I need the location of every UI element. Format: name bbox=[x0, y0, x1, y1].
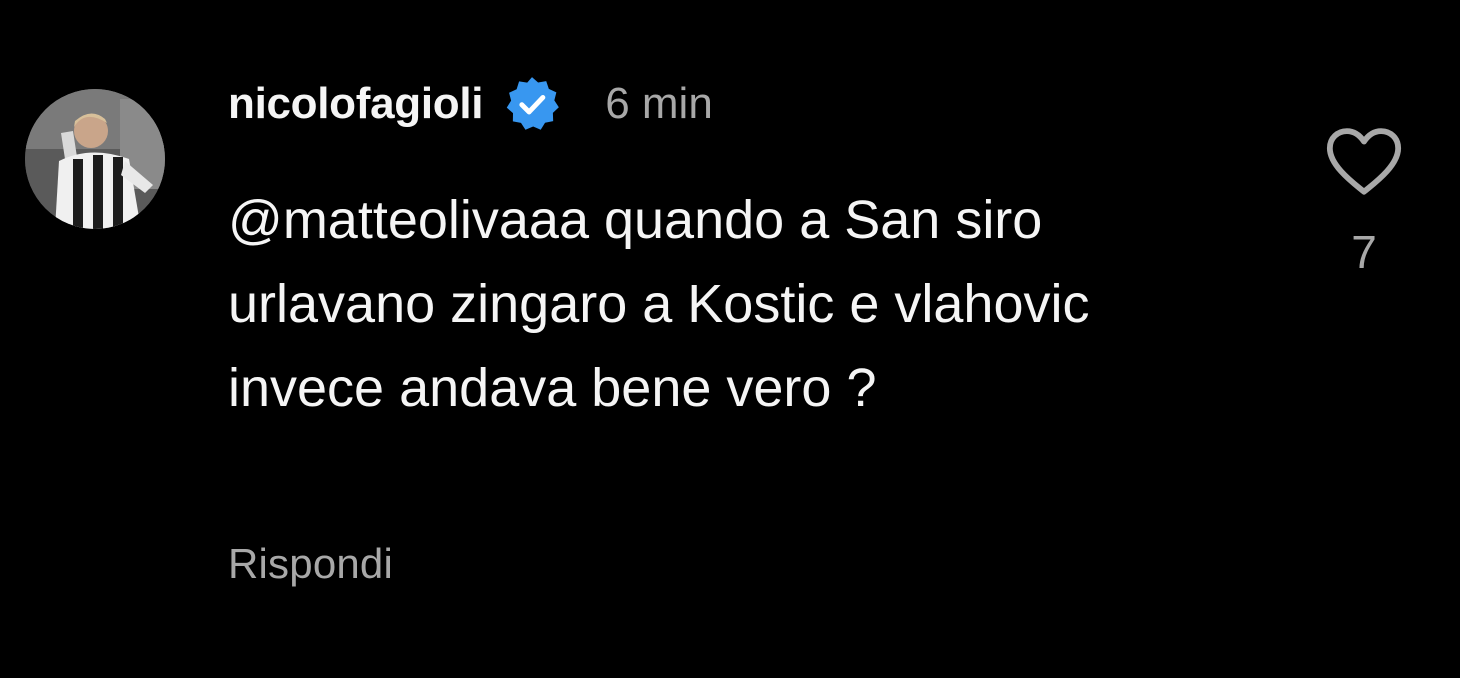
username-link[interactable]: nicolofagioli bbox=[228, 79, 484, 129]
like-control: 7 bbox=[1320, 125, 1408, 279]
verified-badge-icon bbox=[503, 75, 561, 133]
comment-header: nicolofagioli 6 min bbox=[228, 72, 713, 136]
avatar[interactable] bbox=[25, 89, 165, 229]
comment-text: @matteolivaaa quando a San siro urlavano… bbox=[228, 190, 1090, 418]
heart-outline-icon[interactable] bbox=[1320, 125, 1408, 197]
avatar-photo bbox=[25, 89, 165, 229]
comment-item: nicolofagioli 6 min @matteolivaaa quando… bbox=[0, 0, 1460, 678]
reply-button[interactable]: Rispondi bbox=[228, 540, 393, 588]
comment-timestamp: 6 min bbox=[605, 79, 713, 128]
like-count[interactable]: 7 bbox=[1320, 225, 1408, 279]
